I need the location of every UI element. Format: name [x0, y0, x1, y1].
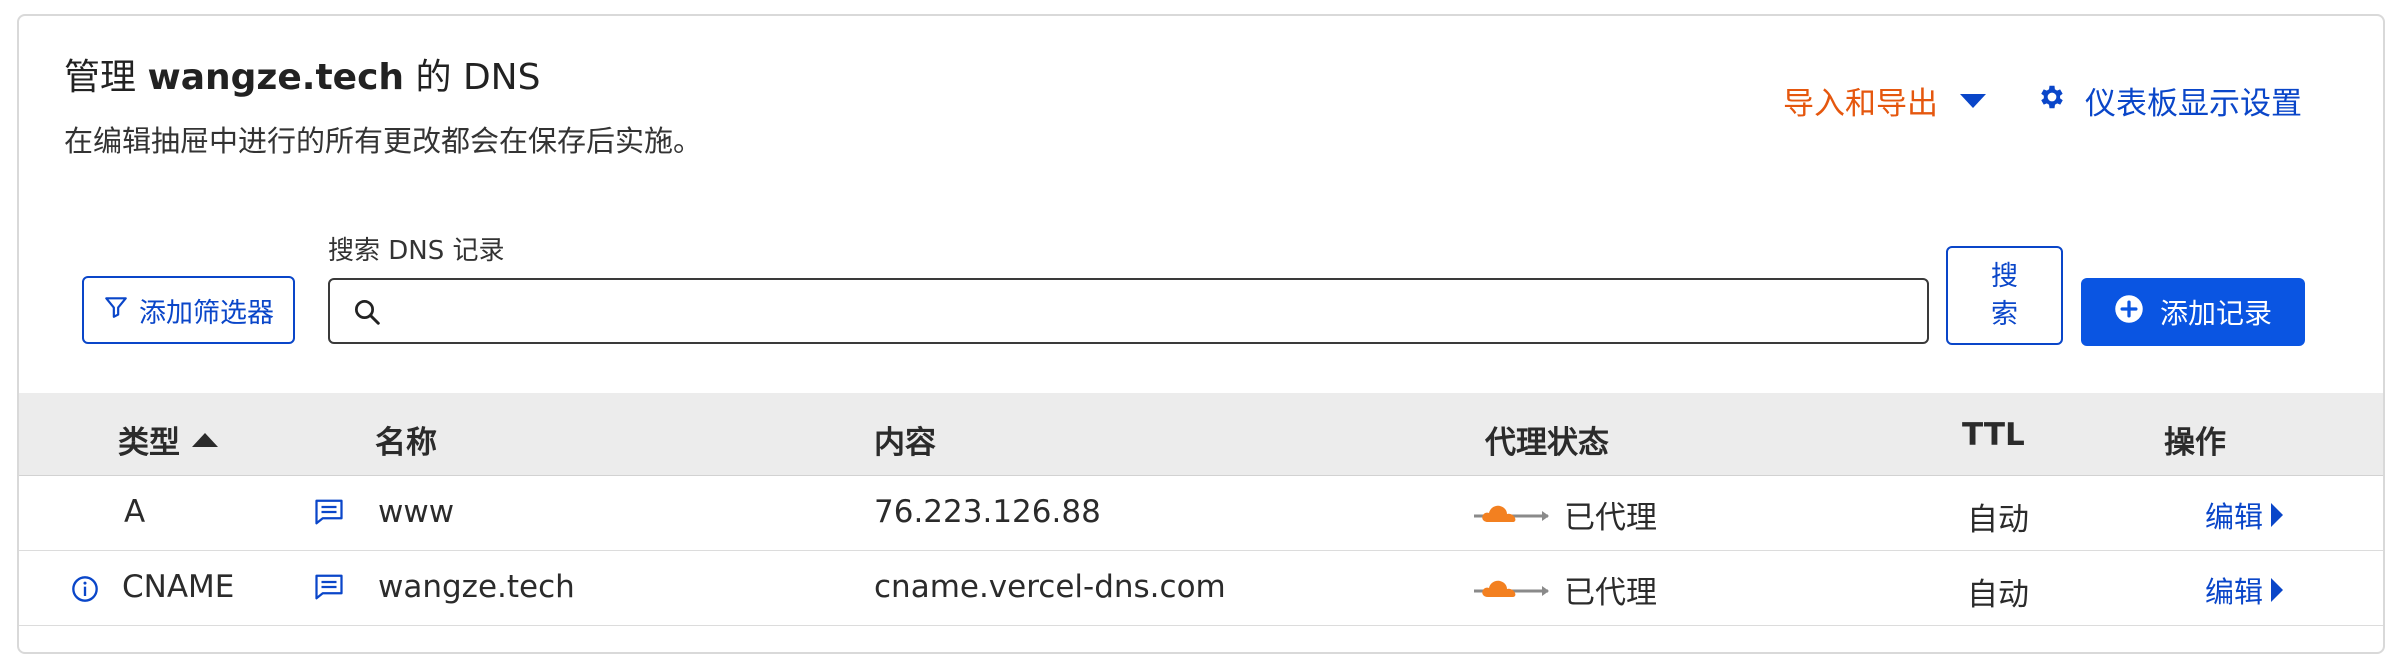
- add-record-button[interactable]: 添加记录: [2081, 278, 2305, 346]
- proxied-cloud-icon: [1472, 496, 1550, 534]
- proxy-status: 已代理: [1472, 567, 1657, 612]
- import-export-label: 导入和导出: [1783, 86, 1938, 122]
- chevron-right-icon: [2271, 578, 2284, 602]
- column-header-type[interactable]: 类型: [118, 417, 218, 462]
- title-domain: wangze.tech: [147, 57, 405, 98]
- proxy-status: 已代理: [1472, 492, 1657, 537]
- dashboard-settings-label: 仪表板显示设置: [2085, 86, 2302, 122]
- search-box: [328, 278, 1929, 344]
- record-ttl: 自动: [1967, 502, 2029, 538]
- dashboard-settings-link[interactable]: 仪表板显示设置: [2037, 78, 2302, 123]
- column-type-label: 类型: [118, 425, 180, 461]
- title-prefix: 管理: [64, 57, 137, 98]
- table-row[interactable]: A www 76.223.126.88 已代理 自动 编辑: [19, 476, 2383, 551]
- record-content: cname.vercel-dns.com: [874, 569, 1226, 605]
- column-header-actions: 操作: [2164, 425, 2226, 461]
- column-header-name: 名称: [375, 425, 437, 461]
- column-header-proxy: 代理状态: [1485, 425, 1609, 461]
- search-icon: [352, 297, 382, 331]
- record-name: www: [378, 494, 455, 530]
- proxy-status-label: 已代理: [1564, 575, 1657, 611]
- comment-icon[interactable]: [314, 573, 344, 605]
- search-label: 搜索 DNS 记录: [328, 236, 505, 266]
- edit-link[interactable]: 编辑: [2205, 494, 2284, 536]
- chevron-down-icon: [1960, 93, 1986, 108]
- import-export-dropdown[interactable]: 导入和导出: [1783, 78, 1986, 123]
- proxy-status-label: 已代理: [1564, 500, 1657, 536]
- sort-asc-icon: [192, 432, 218, 447]
- record-type: CNAME: [122, 569, 235, 605]
- title-suffix: 的 DNS: [415, 57, 541, 98]
- plus-circle-icon: [2114, 294, 2144, 331]
- add-filter-label: 添加筛选器: [139, 297, 274, 329]
- proxied-cloud-icon: [1472, 571, 1550, 609]
- search-button[interactable]: 搜索: [1946, 246, 2063, 345]
- gear-icon: [2037, 82, 2067, 120]
- add-record-label: 添加记录: [2159, 297, 2272, 330]
- comment-icon[interactable]: [314, 498, 344, 530]
- record-type: A: [124, 494, 146, 530]
- table-row[interactable]: CNAME wangze.tech cname.vercel-dns.com 已…: [19, 551, 2383, 626]
- table-header: 类型 名称 内容 代理状态 TTL 操作: [19, 393, 2383, 476]
- record-name: wangze.tech: [378, 569, 575, 605]
- page-title: 管理 wangze.tech 的 DNS: [64, 48, 540, 100]
- edit-label: 编辑: [2205, 500, 2264, 534]
- add-filter-button[interactable]: 添加筛选器: [82, 276, 295, 344]
- edit-label: 编辑: [2205, 575, 2264, 609]
- chevron-right-icon: [2271, 503, 2284, 527]
- dns-search-input[interactable]: [400, 288, 1904, 336]
- page-subtitle: 在编辑抽屉中进行的所有更改都会在保存后实施。: [64, 124, 703, 158]
- column-header-ttl: TTL: [1962, 417, 2025, 453]
- filter-icon: [103, 294, 129, 327]
- record-ttl: 自动: [1967, 577, 2029, 613]
- record-content: 76.223.126.88: [874, 494, 1101, 530]
- column-header-content: 内容: [874, 425, 936, 461]
- edit-link[interactable]: 编辑: [2205, 569, 2284, 611]
- info-icon[interactable]: [71, 575, 99, 607]
- search-button-label: 搜索: [1991, 260, 2018, 330]
